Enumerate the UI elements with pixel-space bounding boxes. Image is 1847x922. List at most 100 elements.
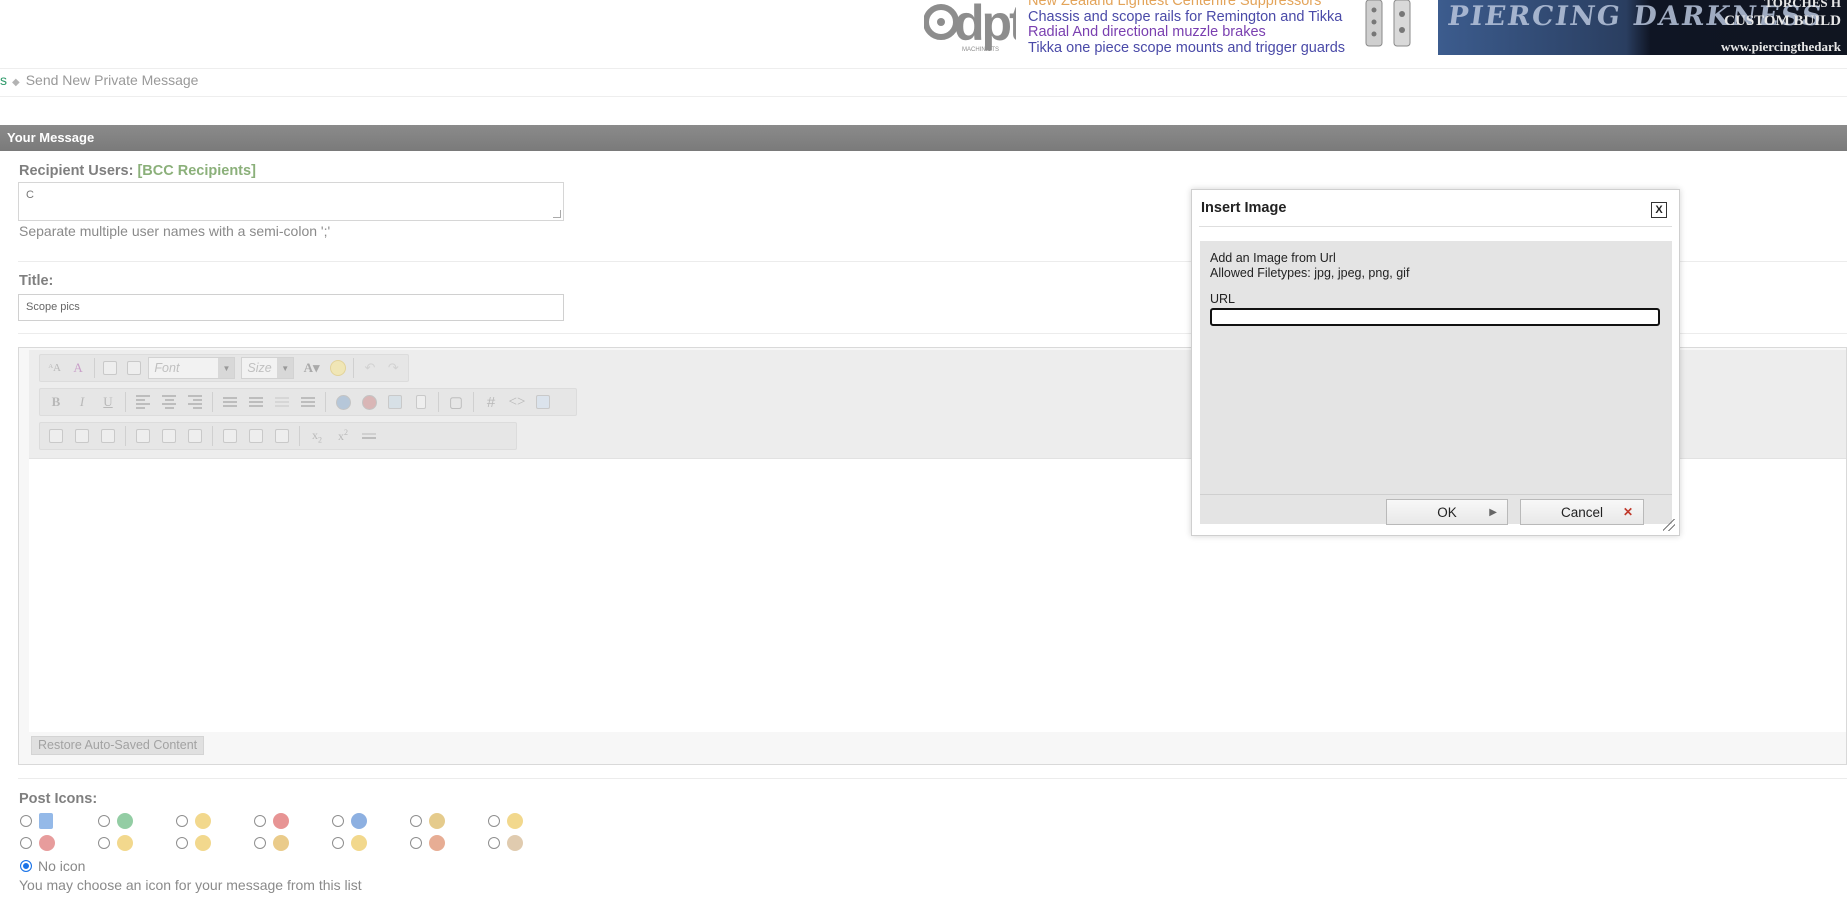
post-icon-radio[interactable]: [410, 837, 422, 849]
remove-format-icon[interactable]: A: [66, 357, 89, 379]
title-input[interactable]: Scope pics: [18, 294, 564, 321]
outdent-icon[interactable]: [269, 391, 295, 413]
emoticon-icon[interactable]: [326, 357, 349, 379]
paste-text-icon[interactable]: [122, 357, 145, 379]
dialog-title: Insert Image: [1201, 200, 1287, 216]
restore-autosave-button[interactable]: Restore Auto-Saved Content: [31, 736, 205, 755]
align-left-icon[interactable]: [130, 391, 156, 413]
piercing-darkness-advert[interactable]: PIERCING DARKNESS TORCHES H CUSTOM BUILD…: [1438, 0, 1847, 55]
dpt-advert-text: New Zealand Lightest Centerfire Suppress…: [1028, 0, 1345, 56]
ok-button[interactable]: OK ▶: [1386, 499, 1508, 525]
superscript-icon[interactable]: x2: [330, 425, 356, 447]
close-icon[interactable]: X: [1651, 202, 1667, 218]
post-icon-radio[interactable]: [254, 815, 266, 827]
code-icon[interactable]: <>: [504, 391, 530, 413]
url-input[interactable]: [1210, 308, 1660, 326]
post-icon-radio[interactable]: [176, 837, 188, 849]
font-select[interactable]: Font ▼: [148, 357, 236, 379]
post-icon-option[interactable]: [332, 835, 367, 851]
subscript-icon[interactable]: x2: [304, 425, 330, 447]
post-icon-radio[interactable]: [176, 815, 188, 827]
bold-icon[interactable]: B: [43, 391, 69, 413]
insert-link-icon[interactable]: [330, 391, 356, 413]
insert-col-left-icon[interactable]: [217, 425, 243, 447]
post-icon-option[interactable]: [488, 813, 523, 829]
your-message-header: Your Message: [0, 125, 1847, 151]
post-icon-glyph-icon: [39, 813, 53, 829]
post-icon-option[interactable]: [410, 835, 445, 851]
redo-icon[interactable]: ↷: [382, 357, 405, 379]
post-icon-option[interactable]: [20, 835, 55, 851]
align-center-icon[interactable]: [156, 391, 182, 413]
breadcrumb-bar: [0, 68, 1847, 97]
post-icon-radio[interactable]: [410, 815, 422, 827]
hash-icon[interactable]: #: [478, 391, 504, 413]
remove-link-icon[interactable]: [356, 391, 382, 413]
indent-icon[interactable]: [295, 391, 321, 413]
post-icon-radio[interactable]: [98, 837, 110, 849]
insert-media-icon[interactable]: [408, 391, 434, 413]
post-icon-option[interactable]: [254, 835, 289, 851]
post-icon-glyph-icon: [351, 835, 367, 851]
dpt-advert[interactable]: dpt MACHINISTS New Zealand Lightest Cent…: [924, 0, 1424, 56]
post-icon-radio[interactable]: [98, 815, 110, 827]
resize-grip-icon[interactable]: [1663, 519, 1675, 531]
post-icon-option[interactable]: [176, 813, 211, 829]
resize-grip-icon[interactable]: [553, 210, 561, 218]
php-icon[interactable]: [530, 391, 556, 413]
chevron-down-icon: ▼: [218, 358, 235, 378]
post-icon-radio[interactable]: [332, 837, 344, 849]
bcc-recipients-link[interactable]: [BCC Recipients]: [137, 163, 255, 179]
post-icon-option[interactable]: [98, 835, 133, 851]
insert-row-below-icon[interactable]: [156, 425, 182, 447]
post-icon-option[interactable]: [254, 813, 289, 829]
post-icon-option[interactable]: [488, 835, 523, 851]
table-delete-icon[interactable]: [95, 425, 121, 447]
table-icon[interactable]: [43, 425, 69, 447]
cancel-label: Cancel: [1560, 504, 1604, 520]
post-icon-glyph-icon: [195, 835, 211, 851]
size-select[interactable]: Size ▼: [241, 357, 295, 379]
post-icon-radio[interactable]: [20, 815, 32, 827]
post-icon-radio[interactable]: [488, 815, 500, 827]
italic-icon[interactable]: I: [69, 391, 95, 413]
breadcrumb-previous-link[interactable]: s: [0, 72, 7, 88]
post-icon-option[interactable]: [176, 835, 211, 851]
post-icon-glyph-icon: [39, 835, 55, 851]
post-icon-radio[interactable]: [488, 837, 500, 849]
table-props-icon[interactable]: [69, 425, 95, 447]
toolbar-separator: [473, 392, 474, 412]
post-icon-option[interactable]: [20, 813, 53, 829]
post-icon-radio[interactable]: [20, 837, 32, 849]
align-right-icon[interactable]: [182, 391, 208, 413]
post-icon-radio[interactable]: [332, 815, 344, 827]
post-icon-option[interactable]: [410, 813, 445, 829]
chevron-down-icon: ▼: [277, 358, 294, 378]
insert-row-above-icon[interactable]: [130, 425, 156, 447]
post-icon-option[interactable]: [98, 813, 133, 829]
toggle-mode-icon[interactable]: ᴬA: [43, 357, 66, 379]
post-icon-radio[interactable]: [254, 837, 266, 849]
cancel-button[interactable]: Cancel ✕: [1520, 499, 1644, 525]
dpt-line: Radial And directional muzzle brakes: [1028, 24, 1266, 40]
svg-text:dpt: dpt: [954, 0, 1016, 51]
toolbar-separator: [299, 426, 300, 446]
horizontal-rule-icon[interactable]: [356, 425, 382, 447]
pierce-line: TORCHES H: [1764, 0, 1841, 10]
quote-icon[interactable]: ▢: [443, 391, 469, 413]
paste-icon[interactable]: [99, 357, 122, 379]
font-color-icon[interactable]: A▾: [297, 357, 326, 379]
insert-col-right-icon[interactable]: [243, 425, 269, 447]
delete-row-icon[interactable]: [182, 425, 208, 447]
numbered-list-icon[interactable]: [217, 391, 243, 413]
recipients-input[interactable]: C: [18, 182, 564, 221]
no-icon-radio[interactable]: [20, 860, 32, 872]
underline-icon[interactable]: U: [95, 391, 121, 413]
delete-col-icon[interactable]: [269, 425, 295, 447]
no-icon-option[interactable]: No icon: [20, 858, 85, 874]
undo-icon[interactable]: ↶: [358, 357, 381, 379]
insert-image-icon[interactable]: [382, 391, 408, 413]
pierce-text: TORCHES H CUSTOM BUILD www.piercingtheda…: [1721, 0, 1841, 55]
post-icon-option[interactable]: [332, 813, 367, 829]
bullet-list-icon[interactable]: [243, 391, 269, 413]
